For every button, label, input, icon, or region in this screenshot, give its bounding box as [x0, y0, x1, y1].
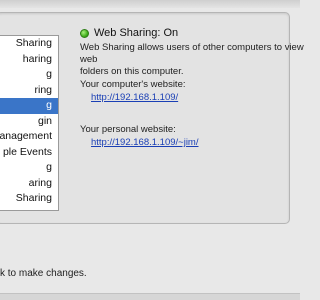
personal-website-label: Your personal website: — [80, 124, 176, 135]
computer-website-label: Your computer's website: — [80, 79, 186, 90]
service-row[interactable]: g — [0, 98, 58, 114]
service-description: Web Sharing allows users of other comput… — [80, 42, 304, 77]
service-row[interactable]: aring — [0, 176, 58, 192]
service-row-label: ring — [34, 83, 52, 96]
service-row-label: g — [46, 68, 52, 80]
service-row[interactable]: g — [0, 67, 58, 83]
service-row-label: anagement — [0, 130, 52, 142]
service-row[interactable]: ring — [0, 83, 58, 99]
status-title: Web Sharing: On — [94, 27, 179, 39]
service-row[interactable]: gin — [0, 114, 58, 130]
service-row[interactable]: Sharing — [0, 191, 58, 207]
status-line: Web Sharing: On — [80, 26, 178, 40]
computer-website-link[interactable]: http://192.168.1.109/ — [91, 92, 178, 103]
status-light-icon — [80, 28, 89, 38]
service-row-label: Sharing — [15, 37, 52, 49]
service-row-label: ple Events — [2, 145, 52, 158]
sharing-preferences-window: Sharing haring g ring g gin anagement ple Event… — [0, 0, 304, 300]
window-bottom-edge — [0, 293, 300, 300]
service-row-label: aring — [28, 176, 52, 189]
service-row-label: g — [46, 161, 52, 173]
service-row-label: haring — [22, 52, 52, 65]
service-row-label: g — [46, 99, 52, 111]
lock-message: k to make changes. — [0, 268, 87, 279]
service-list[interactable]: Sharing haring g ring g gin anagement ple Event… — [0, 35, 59, 211]
service-row[interactable]: Sharing — [0, 36, 58, 52]
service-row-label: Sharing — [15, 192, 52, 204]
service-row[interactable]: g — [0, 160, 58, 176]
service-row[interactable]: anagement — [0, 129, 58, 145]
personal-website-link[interactable]: http://192.168.1.109/~jim/ — [91, 137, 198, 148]
service-row[interactable]: ple Events — [0, 145, 58, 161]
service-row-label: gin — [37, 114, 52, 127]
toolbar-edge — [0, 0, 300, 8]
lock-strip: k to make changes. — [0, 238, 300, 300]
service-row[interactable]: haring — [0, 52, 58, 68]
